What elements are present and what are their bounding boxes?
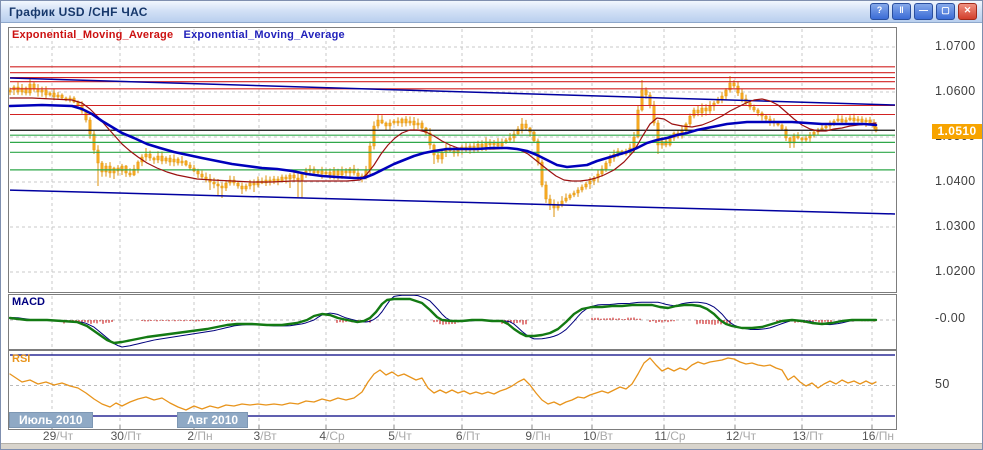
restore-button[interactable]: ▢ — [936, 3, 955, 20]
date-tick-label: 3/Вт — [253, 429, 276, 443]
rsi-chart-canvas[interactable] — [9, 351, 896, 429]
current-price-badge: 1.0510 — [932, 124, 982, 139]
month-badge-august: Авг 2010 — [177, 412, 248, 428]
ema-label-fast: Exponential_Moving_Average — [12, 29, 173, 41]
price-tick-label: 1.0300 — [935, 219, 976, 233]
pin-icon: ‖ — [899, 5, 903, 15]
close-button[interactable]: ✕ — [958, 3, 977, 20]
price-tick-label: 1.0600 — [935, 84, 976, 98]
price-panel[interactable]: Exponential_Moving_Average Exponential_M… — [8, 27, 897, 293]
titlebar[interactable]: График USD /CHF ЧАС ? ‖ — ▢ ✕ — [1, 1, 982, 23]
price-tick-label: 1.0200 — [935, 264, 976, 278]
rsi-axis-label: 50 — [935, 377, 950, 391]
price-chart-canvas[interactable] — [9, 28, 896, 292]
date-tick-label: 30/Пт — [111, 429, 142, 443]
date-tick-label: 2/Пн — [187, 429, 212, 443]
indicator-labels: Exponential_Moving_Average Exponential_M… — [12, 29, 345, 41]
ema-label-slow: Exponential_Moving_Average — [184, 29, 345, 41]
date-tick-label: 11/Ср — [654, 429, 685, 443]
candles-group — [9, 76, 877, 217]
date-tick-label: 12/Чт — [726, 429, 756, 443]
date-tick-label: 13/Пт — [793, 429, 824, 443]
price-tick-label: 1.0700 — [935, 39, 976, 53]
help-button[interactable]: ? — [870, 3, 889, 20]
macd-chart-canvas[interactable] — [9, 295, 896, 349]
date-tick-label: 6/Пт — [456, 429, 480, 443]
price-tick-label: 1.0400 — [935, 174, 976, 188]
titlebar-buttons: ? ‖ — ▢ ✕ — [870, 3, 977, 20]
macd-label: MACD — [12, 296, 45, 308]
date-tick-label: 10/Вт — [583, 429, 613, 443]
date-tick-label: 16/Пн — [862, 429, 894, 443]
help-icon: ? — [877, 5, 883, 15]
macd-panel[interactable]: MACD — [8, 294, 897, 350]
window-bottom-edge — [1, 443, 982, 450]
chart-window: График USD /CHF ЧАС ? ‖ — ▢ ✕ Exponentia… — [0, 0, 983, 450]
month-badge-july: Июль 2010 — [9, 412, 93, 428]
rsi-label: RSI — [12, 353, 30, 365]
date-tick-label: 4/Ср — [319, 429, 344, 443]
minimize-button[interactable]: — — [914, 3, 933, 20]
date-tick-label: 9/Пн — [525, 429, 550, 443]
window-title: График USD /CHF ЧАС — [6, 5, 148, 19]
rsi-panel[interactable]: RSI — [8, 350, 897, 430]
pin-button[interactable]: ‖ — [892, 3, 911, 20]
minimize-icon: — — [919, 5, 928, 15]
close-icon: ✕ — [964, 5, 972, 15]
restore-icon: ▢ — [941, 5, 950, 15]
date-tick-label: 29/Чт — [43, 429, 73, 443]
date-tick-label: 5/Чт — [388, 429, 412, 443]
macd-axis-label: -0.00 — [935, 311, 966, 325]
chart-client-area: Exponential_Moving_Average Exponential_M… — [1, 23, 982, 449]
